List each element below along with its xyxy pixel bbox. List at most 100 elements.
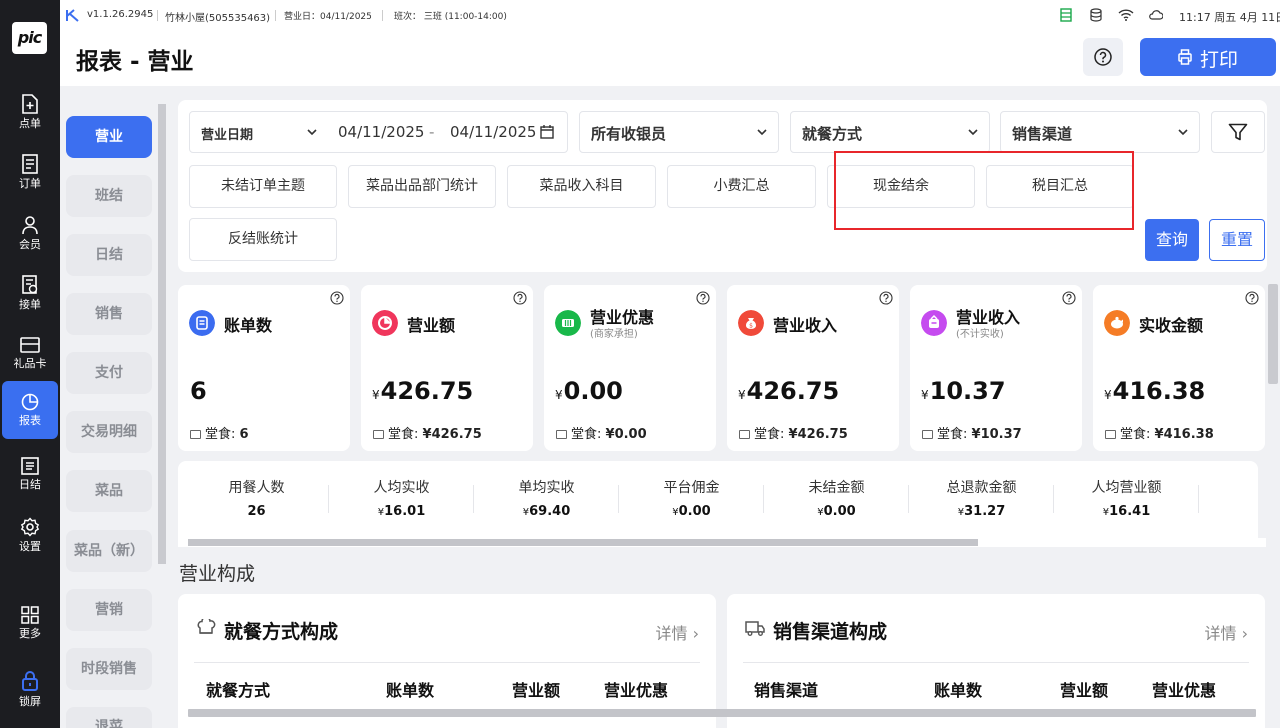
metric-card-income-noncounted: 营业收入 (不计实收) ¥10.37 堂食: ¥10.37 (910, 285, 1082, 451)
revenue-pie-icon (372, 310, 398, 336)
report-tag-tips[interactable]: 小费汇总 (667, 165, 816, 208)
stat-value: 26 (247, 504, 266, 519)
nav-item-label: 日结 (19, 478, 41, 491)
date-label: 营业日期 (201, 128, 254, 143)
metric-card-discount: 营业优惠 (商家承担) ¥0.00 堂食: ¥0.00 (544, 285, 716, 451)
nav-item-label: 会员 (19, 238, 41, 251)
nav-item-more[interactable]: 更多 (2, 596, 58, 654)
panel-title: 销售渠道构成 (773, 621, 888, 643)
chevron-down-icon (1178, 129, 1188, 136)
report-tag-unsettled[interactable]: 未结订单主题 (189, 165, 337, 208)
panel-title: 就餐方式构成 (224, 621, 339, 643)
subnav-item-transactions[interactable]: 交易明细 (66, 411, 152, 453)
subnav-item-shift[interactable]: 班结 (66, 175, 152, 217)
metric-dine-in: 堂食: ¥0.00 (556, 423, 647, 442)
subnav-item-returns[interactable]: 退菜 (66, 707, 152, 728)
metric-value: ¥10.37 (921, 377, 1006, 405)
date-to[interactable]: 04/11/2025 (450, 123, 536, 141)
nav-item-report[interactable]: 报表 (2, 381, 58, 439)
nav-item-giftcard[interactable]: 礼品卡 (2, 326, 58, 384)
nav-item-order[interactable]: 点单 (2, 84, 58, 142)
column-header: 营业优惠 (1152, 681, 1217, 700)
bottom-scrollbar[interactable] (178, 708, 1266, 718)
section-title: 营业构成 (179, 563, 256, 585)
report-tag-dept[interactable]: 菜品出品部门统计 (348, 165, 496, 208)
date-range-filter[interactable]: 营业日期 04/11/2025 - 04/11/2025 (189, 111, 568, 153)
query-button[interactable]: 查询 (1145, 219, 1199, 261)
piggy-bank-icon (1104, 310, 1130, 336)
cashier-select[interactable]: 所有收银员 (579, 111, 779, 153)
metric-card-revenue: 营业额 ¥426.75 堂食: ¥426.75 (361, 285, 533, 451)
metric-card-actual: 实收金额 ¥416.38 堂食: ¥416.38 (1093, 285, 1265, 451)
stat-item: 平台佣金 ¥0.00 (619, 461, 764, 538)
scroll-thumb[interactable] (188, 709, 1256, 717)
wifi-icon (1118, 9, 1134, 21)
sheet-status-icon (1060, 8, 1072, 22)
nav-item-label: 设置 (19, 540, 41, 553)
nav-item-label: 礼品卡 (13, 357, 47, 370)
nav-item-settings[interactable]: 设置 (2, 507, 58, 565)
wallet-icon (921, 310, 947, 336)
subnav-item-dishes-new[interactable]: 菜品（新） (66, 530, 152, 572)
daily-close-icon (21, 457, 39, 475)
nav-item-daily[interactable]: 日结 (2, 447, 58, 505)
app-k-logo-icon (66, 9, 79, 22)
subnav-item-daily[interactable]: 日结 (66, 234, 152, 276)
sales-channel-select[interactable]: 销售渠道 (1000, 111, 1200, 153)
question-icon[interactable] (513, 291, 527, 305)
scroll-thumb[interactable] (188, 539, 978, 546)
metric-sub-label: (商家承担) (590, 329, 638, 340)
help-button[interactable] (1083, 38, 1123, 76)
question-icon[interactable] (696, 291, 710, 305)
stat-item: 总退款金额 ¥31.27 (909, 461, 1054, 538)
stat-label: 人均实收 (373, 480, 430, 496)
dining-method-select[interactable]: 就餐方式 (790, 111, 990, 153)
stat-item: 单均实收 ¥69.40 (474, 461, 619, 538)
question-icon[interactable] (1245, 291, 1259, 305)
subnav-item-dishes[interactable]: 菜品 (66, 470, 152, 512)
subnav-item-payment[interactable]: 支付 (66, 352, 152, 394)
scroll-thumb[interactable] (158, 104, 166, 564)
subnav-scrollbar[interactable] (158, 104, 166, 714)
status-bar: v1.1.26.2945 竹林小屋(505535463) 营业日：04/11/2… (60, 0, 1280, 30)
details-link[interactable]: 详情 › (656, 620, 700, 644)
stat-label: 用餐人数 (228, 480, 285, 496)
stat-value: ¥ (1199, 504, 1258, 519)
date-from[interactable]: 04/11/2025 (338, 123, 424, 141)
reset-button[interactable]: 重置 (1209, 219, 1265, 261)
lock-icon (22, 671, 38, 691)
filter-button[interactable] (1211, 111, 1265, 153)
nav-item-orders[interactable]: 订单 (2, 144, 58, 202)
subnav-item-business[interactable]: 营业 (66, 116, 152, 158)
subnav-item-sales[interactable]: 销售 (66, 293, 152, 335)
nav-item-member[interactable]: 会员 (2, 205, 58, 263)
subnav-item-marketing[interactable]: 营销 (66, 589, 152, 631)
chevron-down-icon (307, 129, 317, 136)
metric-value: ¥426.75 (372, 377, 474, 405)
metric-card-income: $ 营业收入 ¥426.75 堂食: ¥426.75 (727, 285, 899, 451)
report-pie-icon (21, 393, 39, 411)
question-icon[interactable] (879, 291, 893, 305)
question-icon[interactable] (330, 291, 344, 305)
money-bag-icon: $ (738, 310, 764, 336)
metric-label: 实收金额 (1139, 316, 1204, 335)
metric-value: ¥0.00 (555, 377, 623, 405)
metric-dine-in: 堂食: ¥10.37 (922, 423, 1022, 442)
svg-text:$: $ (749, 323, 753, 330)
ticket-icon (555, 310, 581, 336)
nav-item-accept[interactable]: 接单 (2, 265, 58, 323)
question-icon[interactable] (1062, 291, 1076, 305)
report-tag-income-subject[interactable]: 菜品收入科目 (507, 165, 656, 208)
metric-value: ¥416.38 (1104, 377, 1206, 405)
column-header: 账单数 (386, 681, 435, 700)
subnav-item-period-sales[interactable]: 时段销售 (66, 648, 152, 690)
report-tag-reverse[interactable]: 反结账统计 (189, 218, 337, 261)
print-button[interactable]: 打印 (1140, 38, 1276, 76)
page-scrollbar-thumb[interactable] (1268, 284, 1278, 384)
details-link[interactable]: 详情 › (1205, 620, 1249, 644)
nav-item-label: 订单 (19, 177, 41, 190)
highlight-annotation (834, 151, 1134, 230)
stat-item: 用餐人数 26 (184, 461, 329, 538)
nav-item-lock[interactable]: 锁屏 (2, 660, 58, 718)
stats-scrollbar[interactable] (178, 538, 1266, 547)
